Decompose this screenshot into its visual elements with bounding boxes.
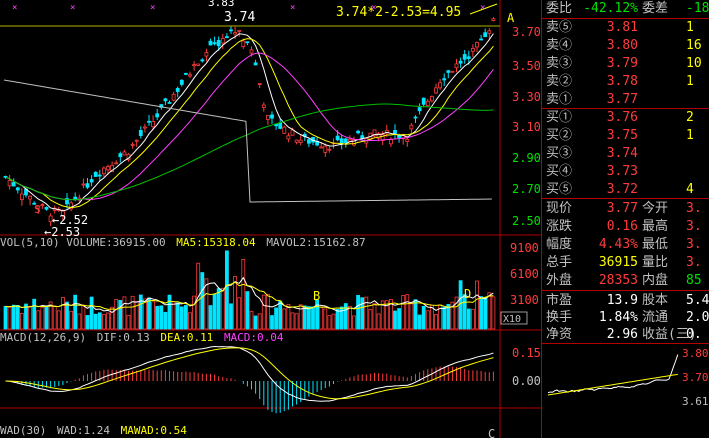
stat-row: 外盘 28353 内盘 85 xyxy=(546,273,702,288)
main-chart-area[interactable]: 3.70 3.50 3.30 3.10 2.90 2.70 2.50 3.83 … xyxy=(0,0,541,438)
volume-bars xyxy=(3,250,496,330)
price-tick: 2.90 xyxy=(512,151,541,165)
sell-level-row: 卖③ 3.79 10 xyxy=(546,56,702,71)
macd-lines xyxy=(5,346,494,402)
marker-a: A xyxy=(507,11,515,25)
wad-header: WAD(30) WAD:1.24 MAWAD:0.54 xyxy=(0,424,187,437)
buy-level-row: 买③ 3.74 xyxy=(546,146,638,161)
volume-ma-lines xyxy=(5,276,494,313)
volume-tick: 3100 xyxy=(510,293,539,307)
price-tick: 2.50 xyxy=(512,214,541,228)
sell-level-row: 卖⑤ 3.81 1 xyxy=(546,20,694,35)
high-price-label: 3.74 xyxy=(224,10,255,25)
stat-row: 幅度 4.43% 最低 3. xyxy=(546,237,702,252)
svg-text:×: × xyxy=(480,3,485,13)
fin-row: 市盈13.9股本5.46 xyxy=(546,293,709,308)
partial-high-label: 3.83 xyxy=(208,0,235,9)
buy-level-row: 买② 3.75 1 xyxy=(546,128,694,143)
marker-c: C xyxy=(488,427,495,438)
mini-intraday-chart[interactable]: 3.80 3.70 3.61 xyxy=(542,343,709,438)
macd-tick: 0.00 xyxy=(512,374,541,388)
fin-row: 换手1.84%流通2.01 xyxy=(546,310,709,325)
macd-tick: 0.15 xyxy=(512,346,541,360)
svg-text:×: × xyxy=(290,3,295,13)
buy-level-row: 买① 3.76 2 xyxy=(546,110,694,125)
price-tick: 2.70 xyxy=(512,182,541,196)
volume-tick: 6100 xyxy=(510,267,539,281)
macd-header: MACD(12,26,9) DIF:0.13 DEA:0.11 MACD:0.0… xyxy=(0,331,284,344)
intraday-price-line xyxy=(547,354,679,394)
svg-text:×: × xyxy=(12,3,17,13)
stat-row: 涨跌 0.16 最高 3. xyxy=(546,219,702,234)
sell-level-row: 卖④ 3.80 16 xyxy=(546,38,702,53)
price-tick: 3.30 xyxy=(512,90,541,104)
marker-b: B xyxy=(313,289,320,303)
sell-level-row: 卖② 3.78 1 xyxy=(546,74,694,89)
target-formula: 3.74*2-2.53=4.95 xyxy=(336,5,461,20)
volume-tick: 9100 xyxy=(510,241,539,255)
weibi-row: 委比 -42.12% 委差 -18 xyxy=(546,1,709,16)
stat-row: 总手 36915 量比 3. xyxy=(546,255,702,270)
fin-row: 净资 2.96 收益(三) 0. xyxy=(546,327,702,342)
volume-unit: X10 xyxy=(503,314,521,325)
mini-tick: 3.80 xyxy=(682,347,709,360)
marker-d: D xyxy=(464,287,471,301)
svg-text:×: × xyxy=(150,3,155,13)
svg-text:×: × xyxy=(371,3,376,13)
buy-level-row: 买④ 3.73 xyxy=(546,164,638,179)
mini-tick: 3.61 xyxy=(682,395,709,408)
price-ma-lines xyxy=(3,33,494,212)
sell-level-row: 卖① 3.77 xyxy=(546,92,638,107)
volume-header: VOL(5,10) VOLUME:36915.00 MA5:15318.04 M… xyxy=(0,236,366,249)
svg-text:×: × xyxy=(70,3,75,13)
price-tick: 3.10 xyxy=(512,120,541,134)
stat-row: 现价 3.77 今开 3. xyxy=(546,201,702,216)
price-tick: 3.50 xyxy=(512,59,541,73)
mini-tick: 3.70 xyxy=(682,371,709,384)
intraday-avg-line xyxy=(547,373,678,396)
price-tick: 3.70 xyxy=(512,25,541,39)
buy-level-row: 买⑤ 3.72 4 xyxy=(546,182,694,197)
marker-s: S xyxy=(34,203,41,216)
